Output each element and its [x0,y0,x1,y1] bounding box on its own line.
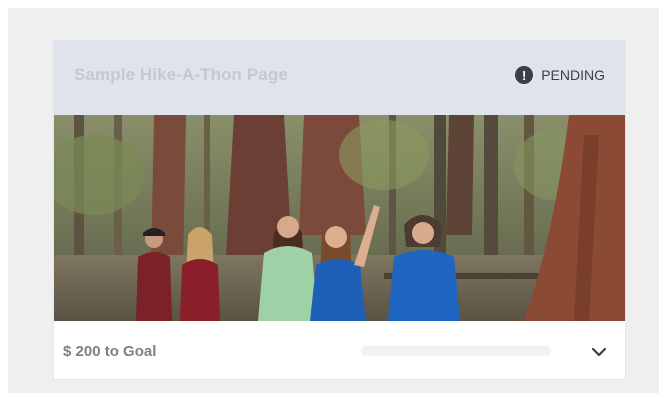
fundraiser-card[interactable]: Sample Hike-A-Thon Page ! PENDING $ 200 … [53,40,626,380]
hikers-in-forest-photo [54,115,625,321]
card-header: Sample Hike-A-Thon Page ! PENDING [54,41,625,115]
card-footer: $ 200 to Goal [54,321,625,379]
status-label: PENDING [541,67,605,83]
exclamation-circle-icon: ! [515,66,534,84]
goal-progress-bar [361,346,551,356]
card-title: Sample Hike-A-Thon Page [74,65,288,84]
chevron-down-icon[interactable] [587,340,611,364]
goal-amount-text: $ 200 to Goal [63,343,157,360]
hero-image [54,115,625,321]
status-badge: ! PENDING [515,66,605,84]
